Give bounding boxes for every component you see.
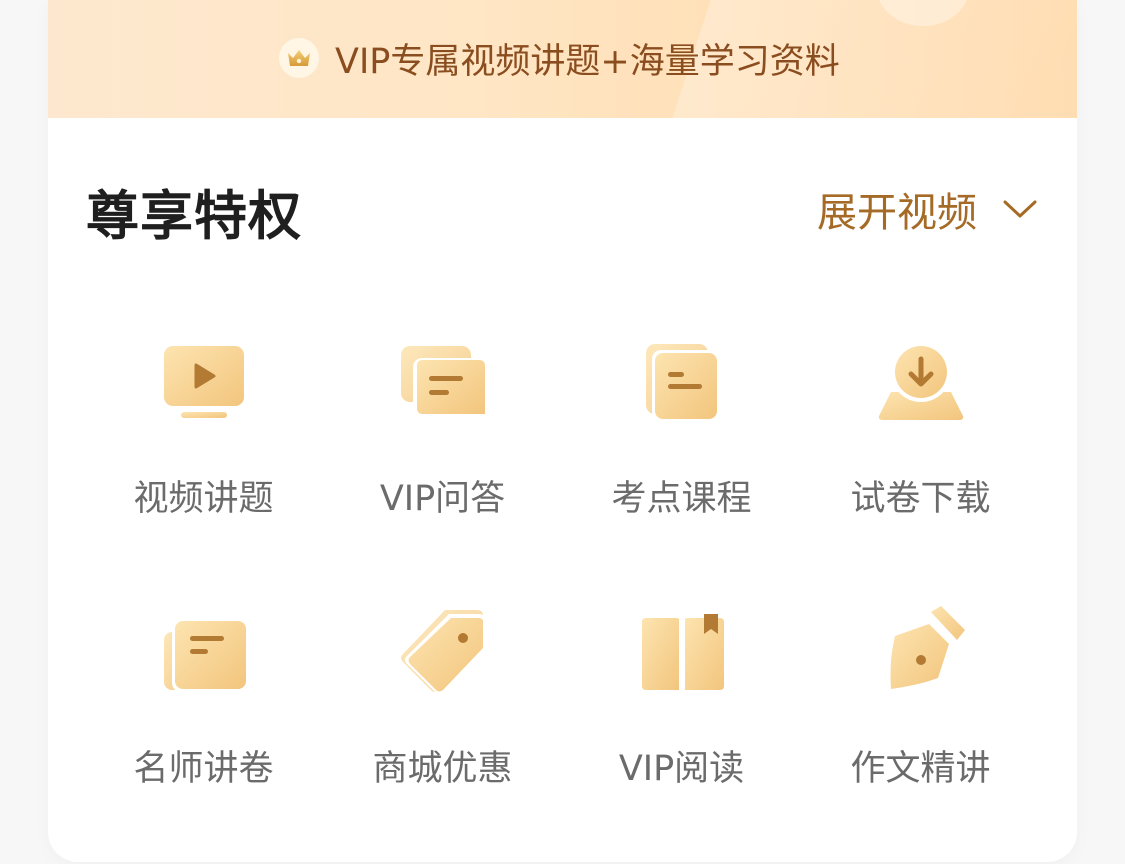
chevron-down-icon xyxy=(1003,200,1037,218)
privilege-item-course[interactable]: 考点课程 xyxy=(562,320,801,590)
privilege-label: VIP阅读 xyxy=(618,749,745,789)
price-tag-icon xyxy=(400,610,485,694)
section-title: 尊享特权 xyxy=(86,186,302,247)
privilege-label: 试卷下载 xyxy=(850,479,991,519)
course-notes-icon xyxy=(645,344,718,420)
banner-content: VIP专属视频讲题+海量学习资料 xyxy=(279,36,840,82)
vip-banner[interactable]: VIP专属视频讲题+海量学习资料 xyxy=(48,0,1077,118)
privilege-item-vip-qa[interactable]: VIP问答 xyxy=(323,320,562,590)
expand-video-label: 展开视频 xyxy=(817,190,977,236)
privilege-label: 作文精讲 xyxy=(850,749,991,789)
lecture-paper-icon xyxy=(163,618,248,692)
privilege-item-video[interactable]: 视频讲题 xyxy=(84,320,323,590)
privilege-label: VIP问答 xyxy=(379,479,506,519)
privilege-item-teacher-paper[interactable]: 名师讲卷 xyxy=(84,590,323,860)
privilege-label: 名师讲卷 xyxy=(133,749,274,789)
pen-nib-icon xyxy=(886,606,965,692)
privilege-label: 考点课程 xyxy=(611,479,752,519)
privilege-item-vip-reading[interactable]: VIP阅读 xyxy=(562,590,801,860)
privilege-item-paper-download[interactable]: 试卷下载 xyxy=(801,320,1040,590)
banner-text: VIP专属视频讲题+海量学习资料 xyxy=(335,41,840,82)
open-book-icon xyxy=(641,614,724,690)
privilege-label: 视频讲题 xyxy=(133,479,274,519)
privilege-grid: 视频讲题 VIP问答 考点课程 试卷下载 名师讲卷 商城优惠 VIP阅读 作文精… xyxy=(84,320,1041,860)
page: VIP专属视频讲题+海量学习资料 尊享特权 展开视频 视频讲题 VIP问答 考点… xyxy=(0,0,1125,864)
privilege-item-mall-discount[interactable]: 商城优惠 xyxy=(323,590,562,860)
privileges-card: VIP专属视频讲题+海量学习资料 尊享特权 展开视频 视频讲题 VIP问答 考点… xyxy=(48,0,1077,862)
expand-video-button[interactable]: 展开视频 xyxy=(817,180,1037,238)
video-play-icon xyxy=(163,346,244,418)
crown-icon xyxy=(279,38,319,78)
download-icon xyxy=(878,342,963,420)
privilege-label: 商城优惠 xyxy=(372,749,513,789)
chat-bubbles-icon xyxy=(400,346,487,418)
privilege-item-essay[interactable]: 作文精讲 xyxy=(801,590,1040,860)
